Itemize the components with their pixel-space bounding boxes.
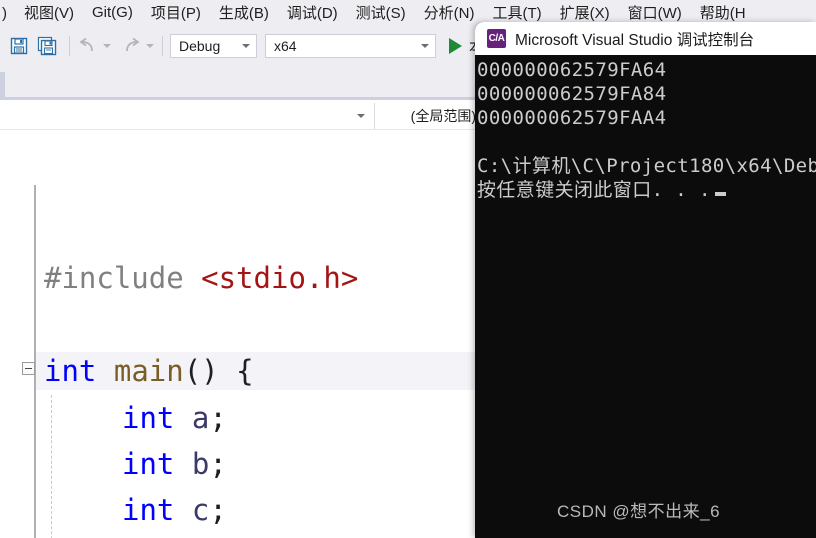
code-line-include: #include <stdio.h> [44,264,358,293]
save-icon [10,37,28,55]
code-line-decl-a: int a; [122,404,227,433]
menu-test[interactable]: 测试(S) [347,0,415,26]
code-token: int [122,401,175,435]
redo-dropdown-caret[interactable] [146,44,154,48]
code-token: #include [44,261,202,295]
code-token: a [191,401,210,435]
menu-git[interactable]: Git(G) [83,2,142,24]
code-line-decl-c: int c; [122,496,227,525]
chevron-down-icon [357,114,365,118]
console-line: 按任意键关闭此窗口. . . [477,178,816,202]
code-token: c [191,493,210,527]
console-title: Microsoft Visual Studio 调试控制台 [515,31,755,49]
chevron-down-icon [242,44,250,48]
csdn-watermark: CSDN @想不出来_6 [556,502,721,521]
save-all-icon [37,36,57,56]
undo-icon [79,37,93,52]
code-token: int [122,447,175,481]
code-line-decl-b: int b; [122,450,227,479]
code-token: int [122,493,175,527]
menu-build[interactable]: 生成(B) [210,0,278,26]
code-token: <stdio.h> [201,261,359,295]
code-token: ; [209,401,227,435]
collapse-icon[interactable] [22,362,35,375]
menu-project[interactable]: 项目(P) [142,0,210,26]
indent-guide [51,395,52,538]
code-line-main: int main() { [44,357,254,386]
chevron-down-icon [421,44,429,48]
console-title-bar[interactable]: C/A Microsoft Visual Studio 调试控制台 [475,22,816,55]
project-scope-dropdown[interactable] [0,103,375,129]
code-token: int [44,354,97,388]
undo-button[interactable] [77,36,111,56]
menu-view[interactable]: 视图(V) [15,0,83,26]
console-line: 000000062579FA84 [477,83,667,105]
block-cursor [714,192,726,196]
member-scope-value: (全局范围) [410,108,476,124]
menu-analyze[interactable]: 分析(N) [415,0,484,26]
code-token: main [113,354,184,388]
console-output-area[interactable]: 000000062579FA64 000000062579FA84 00000006… [475,55,816,538]
configuration-dropdown[interactable]: Debug [170,34,257,58]
console-line: C:\计算机\C\Project180\x64\Debug\P [477,155,816,177]
platform-value: x64 [274,38,297,54]
play-icon [449,38,462,54]
vs-console-icon: C/A [487,29,506,48]
code-token: ; [209,493,227,527]
code-token: () { [183,354,254,388]
console-line: 000000062579FA64 [477,59,667,81]
undo-dropdown-caret[interactable] [103,44,111,48]
console-line: 000000062579FAA4 [477,107,667,129]
menu-debug[interactable]: 调试(D) [278,0,347,26]
band-left-marker [0,72,5,97]
configuration-value: Debug [179,38,221,54]
console-lines: 000000062579FA64 000000062579FA84 00000006… [477,58,816,202]
member-scope-dropdown[interactable]: (全局范围) [375,103,485,129]
code-token: ; [209,447,227,481]
toolbar-separator-1 [69,36,70,56]
debug-console-window[interactable]: C/A Microsoft Visual Studio 调试控制台 000000… [475,22,816,538]
redo-icon [126,37,140,52]
console-icon-text: C/A [488,32,505,44]
save-button[interactable] [6,33,32,59]
menu-leading-fragment: ) [2,4,7,22]
platform-dropdown[interactable]: x64 [265,34,436,58]
code-token: b [191,447,210,481]
save-all-button[interactable] [34,33,60,59]
redo-button[interactable] [120,36,154,56]
toolbar-separator-2 [162,36,163,56]
